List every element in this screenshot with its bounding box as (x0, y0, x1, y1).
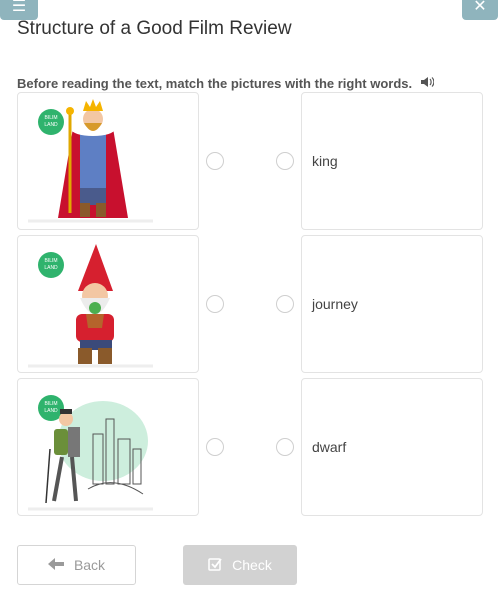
word-label: dwarf (312, 439, 347, 455)
word-radio-2[interactable] (276, 295, 294, 313)
picture-card-king[interactable]: BILIM LAND (17, 92, 199, 230)
word-card-dwarf[interactable]: dwarf (301, 378, 483, 516)
word-label: king (312, 153, 338, 169)
picture-card-gnome[interactable]: BILIM LAND (17, 235, 199, 373)
close-button[interactable]: ✕ (462, 0, 498, 20)
gnome-illustration (28, 244, 153, 368)
close-icon: ✕ (473, 0, 487, 15)
speaker-icon[interactable] (420, 76, 435, 91)
arrow-left-icon (47, 557, 64, 573)
back-label: Back (73, 557, 106, 573)
king-illustration (28, 99, 153, 223)
picture-card-hiker[interactable]: BILIM LAND (17, 378, 199, 516)
checkbox-check-icon (208, 557, 222, 574)
picture-radio-2[interactable] (206, 295, 224, 313)
word-radio-3[interactable] (276, 438, 294, 456)
word-card-king[interactable]: king (301, 92, 483, 230)
back-button[interactable]: Back (17, 545, 136, 585)
word-card-journey[interactable]: journey (301, 235, 483, 373)
page-title: Structure of a Good Film Review (17, 18, 292, 39)
picture-radio-3[interactable] (206, 438, 224, 456)
check-label: Check (232, 557, 272, 573)
word-label: journey (312, 296, 358, 312)
check-button[interactable]: Check (183, 545, 297, 585)
word-radio-1[interactable] (276, 152, 294, 170)
hamburger-icon: ☰ (11, 0, 27, 15)
instruction-text: Before reading the text, match the pictu… (17, 76, 413, 91)
instruction: Before reading the text, match the pictu… (17, 76, 435, 91)
hiker-illustration (28, 401, 153, 511)
menu-button[interactable]: ☰ (0, 0, 38, 20)
picture-radio-1[interactable] (206, 152, 224, 170)
